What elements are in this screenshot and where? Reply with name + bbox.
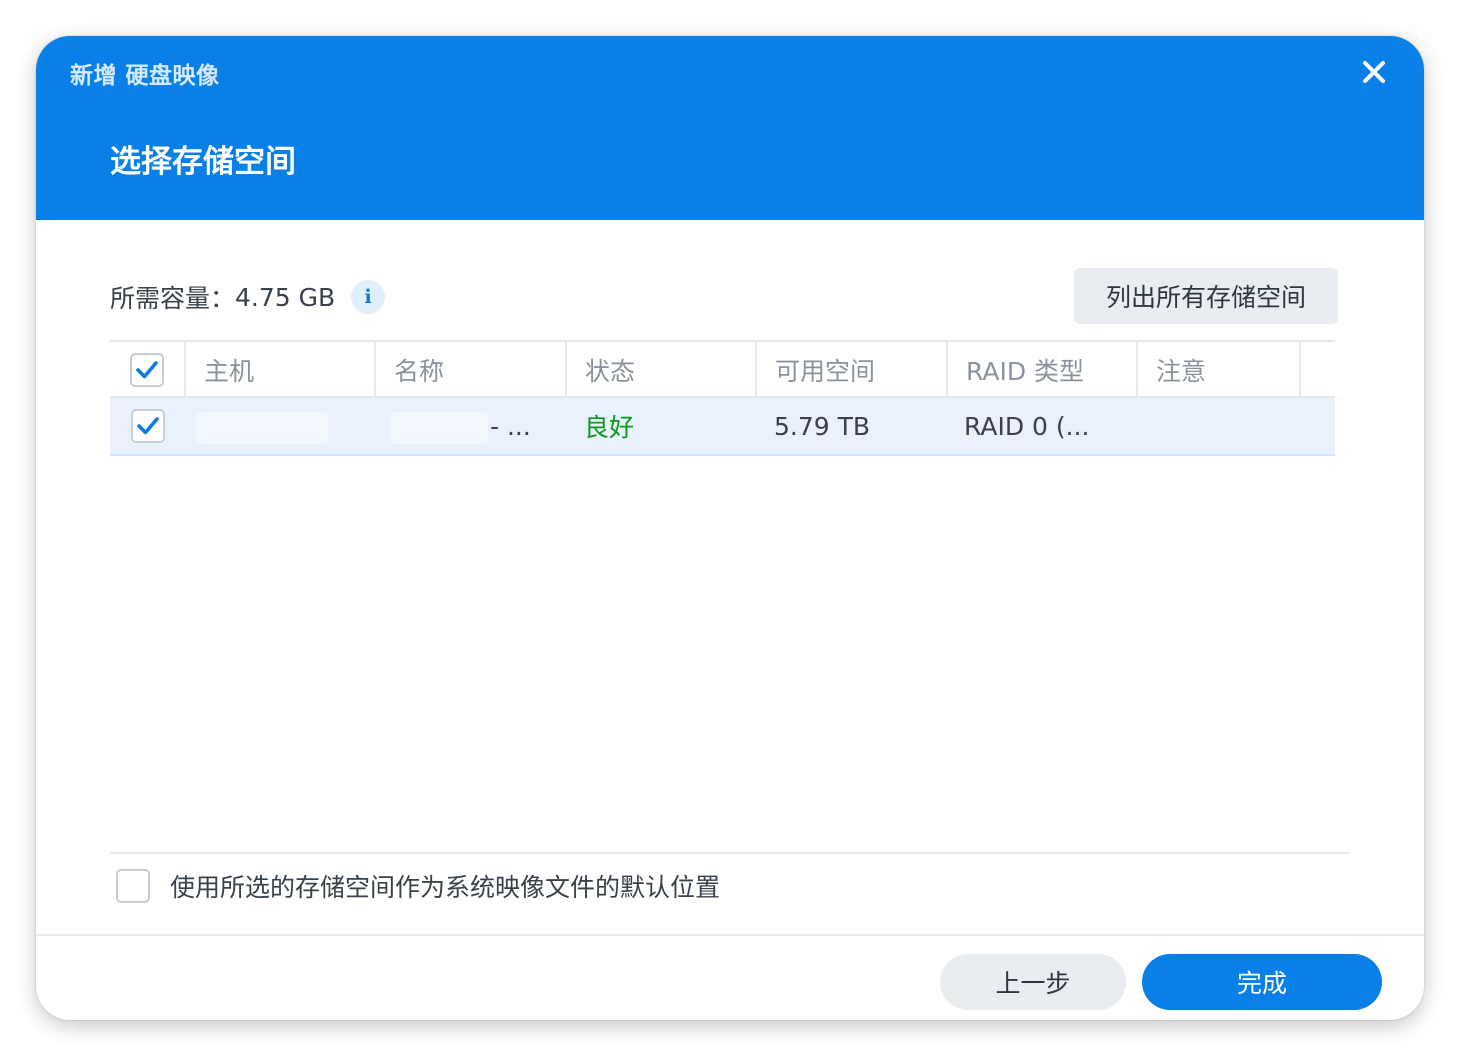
- info-icon[interactable]: i: [351, 280, 386, 314]
- close-icon[interactable]: [1356, 54, 1392, 90]
- column-host[interactable]: 主机: [186, 342, 376, 398]
- free-space-cell: 5.79 TB: [774, 411, 871, 441]
- raid-type-cell: RAID 0 (...: [964, 411, 1090, 441]
- row-select-cell: [110, 398, 186, 454]
- add-disk-image-dialog: 新增 硬盘映像 选择存储空间 所需容量： 4.75 GB i 列出所有存储空间 …: [36, 36, 1424, 1020]
- note-cell: [1156, 398, 1296, 454]
- table-row[interactable]: - ... 良好 5.79 TB RAID 0 (...: [110, 398, 1335, 456]
- table-header: 主机 名称 状态 可用空间 RAID 类型 注意: [110, 340, 1335, 398]
- checkmark-icon: [136, 361, 158, 379]
- column-name[interactable]: 名称: [376, 342, 567, 398]
- footer-divider: [36, 934, 1424, 936]
- column-raid-type[interactable]: RAID 类型: [948, 342, 1138, 398]
- step-title: 选择存储空间: [110, 144, 296, 180]
- select-all-cell: [110, 342, 186, 398]
- column-status[interactable]: 状态: [567, 342, 757, 398]
- checkmark-icon: [137, 417, 159, 435]
- content-divider: [110, 852, 1350, 854]
- row-checkbox[interactable]: [131, 409, 165, 443]
- dialog-app-title: 新增 硬盘映像: [70, 63, 220, 89]
- previous-button[interactable]: 上一步: [940, 954, 1126, 1010]
- status-cell: 良好: [584, 413, 635, 442]
- default-location-label: 使用所选的存储空间作为系统映像文件的默认位置: [170, 873, 721, 902]
- name-redacted: [390, 412, 488, 444]
- required-capacity-value: 4.75 GB: [235, 282, 336, 312]
- required-capacity-label: 所需容量：: [110, 284, 236, 313]
- column-free-space[interactable]: 可用空间: [757, 342, 948, 398]
- dialog-header: 新增 硬盘映像 选择存储空间: [36, 36, 1424, 220]
- default-location-option[interactable]: 使用所选的存储空间作为系统映像文件的默认位置: [116, 868, 720, 904]
- finish-button[interactable]: 完成: [1142, 954, 1382, 1010]
- list-all-storage-button[interactable]: 列出所有存储空间: [1074, 268, 1338, 324]
- name-cell: - ...: [490, 411, 531, 441]
- storage-table: 主机 名称 状态 可用空间 RAID 类型 注意 - ... 良好 5.79 T…: [110, 340, 1335, 456]
- column-note[interactable]: 注意: [1138, 342, 1301, 398]
- required-capacity: 所需容量： 4.75 GB i: [110, 280, 386, 314]
- host-cell: [186, 398, 376, 454]
- select-all-checkbox[interactable]: [130, 353, 164, 387]
- default-location-checkbox[interactable]: [116, 869, 150, 903]
